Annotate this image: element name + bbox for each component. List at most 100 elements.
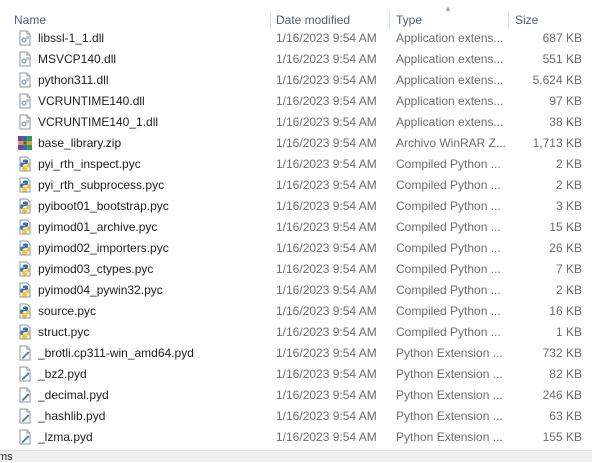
file-size: 7 KB <box>555 262 582 276</box>
file-row[interactable]: MSVCP140.dll 1/16/2023 9:54 AM Application… <box>0 49 592 70</box>
file-row[interactable]: struct.pyc 1/16/2023 9:54 AM Compiled Pyth… <box>0 322 592 343</box>
file-row[interactable]: pyimod03_ctypes.pyc 1/16/2023 9:54 AM Comp… <box>0 259 592 280</box>
file-name: _bz2.pyd <box>38 367 87 381</box>
file-date-modified: 1/16/2023 9:54 AM <box>276 304 377 318</box>
file-date-modified: 1/16/2023 9:54 AM <box>276 262 377 276</box>
file-row[interactable]: _hashlib.pyd 1/16/2023 9:54 AM Python Exte… <box>0 406 592 427</box>
column-header-date-modified[interactable]: Date modified <box>270 0 390 28</box>
python-compiled-icon <box>17 303 33 319</box>
file-row[interactable]: _decimal.pyd 1/16/2023 9:54 AM Python Exte… <box>0 385 592 406</box>
file-size: 82 KB <box>549 367 582 381</box>
file-date-modified: 1/16/2023 9:54 AM <box>276 199 377 213</box>
file-row[interactable]: _bz2.pyd 1/16/2023 9:54 AM Python Extensio… <box>0 364 592 385</box>
file-row[interactable]: pyiboot01_bootstrap.pyc 1/16/2023 9:54 AM… <box>0 196 592 217</box>
dll-file-icon <box>17 93 33 109</box>
file-row[interactable]: VCRUNTIME140_1.dll 1/16/2023 9:54 AM Appli… <box>0 112 592 133</box>
file-date-modified: 1/16/2023 9:54 AM <box>276 388 377 402</box>
dll-file-icon <box>17 30 33 46</box>
file-date-modified: 1/16/2023 9:54 AM <box>276 115 377 129</box>
file-date-modified: 1/16/2023 9:54 AM <box>276 220 377 234</box>
file-size: 155 KB <box>542 430 582 444</box>
file-type: Application extens... <box>396 94 504 108</box>
pyd-file-icon <box>17 429 33 445</box>
python-compiled-icon <box>17 324 33 340</box>
file-date-modified: 1/16/2023 9:54 AM <box>276 136 377 150</box>
python-compiled-icon <box>17 198 33 214</box>
file-type: Application extens... <box>396 115 504 129</box>
file-row[interactable]: VCRUNTIME140.dll 1/16/2023 9:54 AM Applica… <box>0 91 592 112</box>
file-date-modified: 1/16/2023 9:54 AM <box>276 430 377 444</box>
file-name: pyi_rth_subprocess.pyc <box>38 178 165 192</box>
file-type: Python Extension ... <box>396 409 503 423</box>
file-row[interactable]: base_library.zip 1/16/2023 9:54 AM Archivo… <box>0 133 592 154</box>
dll-file-icon <box>17 114 33 130</box>
file-name: base_library.zip <box>38 136 122 150</box>
file-row[interactable]: pyimod02_importers.pyc 1/16/2023 9:54 AM C… <box>0 238 592 259</box>
column-header-row: Name Date modified Type ▲ Size <box>0 0 592 28</box>
dll-file-icon <box>17 51 33 67</box>
file-name: _lzma.pyd <box>38 430 93 444</box>
file-type: Application extens... <box>396 73 504 87</box>
python-compiled-icon <box>17 240 33 256</box>
pyd-file-icon <box>17 345 33 361</box>
file-type: Application extens... <box>396 52 504 66</box>
file-type: Compiled Python ... <box>396 157 501 171</box>
file-name: struct.pyc <box>38 325 90 339</box>
python-compiled-icon <box>17 219 33 235</box>
file-name: VCRUNTIME140_1.dll <box>38 115 159 129</box>
file-row[interactable]: libssl-1_1.dll 1/16/2023 9:54 AM Applicati… <box>0 28 592 49</box>
file-name: VCRUNTIME140.dll <box>38 94 145 108</box>
file-type: Python Extension ... <box>396 430 503 444</box>
file-type: Python Extension ... <box>396 346 503 360</box>
file-name: _decimal.pyd <box>38 388 109 402</box>
dll-file-icon <box>17 72 33 88</box>
file-date-modified: 1/16/2023 9:54 AM <box>276 73 377 87</box>
file-date-modified: 1/16/2023 9:54 AM <box>276 409 377 423</box>
column-header-size[interactable]: Size <box>509 0 592 28</box>
pyd-file-icon <box>17 408 33 424</box>
pyd-file-icon <box>17 366 33 382</box>
file-size: 732 KB <box>542 346 582 360</box>
file-name: python311.dll <box>38 73 109 87</box>
file-row[interactable]: pyi_rth_subprocess.pyc 1/16/2023 9:54 AM C… <box>0 175 592 196</box>
file-row[interactable]: source.pyc 1/16/2023 9:54 AM Compiled Pyth… <box>0 301 592 322</box>
file-row[interactable]: _brotli.cp311-win_amd64.pyd 1/16/2023 9:5… <box>0 343 592 364</box>
python-compiled-icon <box>17 282 33 298</box>
file-size: 3 KB <box>555 199 582 213</box>
file-size: 5,624 KB <box>532 73 582 87</box>
winrar-archive-icon <box>17 135 33 151</box>
file-type: Python Extension ... <box>396 367 503 381</box>
file-type: Compiled Python ... <box>396 241 501 255</box>
file-type: Compiled Python ... <box>396 262 501 276</box>
file-date-modified: 1/16/2023 9:54 AM <box>276 94 377 108</box>
file-size: 687 KB <box>542 31 582 45</box>
file-date-modified: 1/16/2023 9:54 AM <box>276 31 377 45</box>
file-size: 97 KB <box>549 94 582 108</box>
file-date-modified: 1/16/2023 9:54 AM <box>276 346 377 360</box>
column-header-name[interactable]: Name <box>8 0 272 28</box>
file-row[interactable]: python311.dll 1/16/2023 9:54 AM Applicatio… <box>0 70 592 91</box>
file-type: Compiled Python ... <box>396 199 501 213</box>
file-date-modified: 1/16/2023 9:54 AM <box>276 241 377 255</box>
file-size: 16 KB <box>549 304 582 318</box>
file-size: 2 KB <box>555 178 582 192</box>
file-row[interactable]: pyi_rth_inspect.pyc 1/16/2023 9:54 AM Comp… <box>0 154 592 175</box>
file-name: MSVCP140.dll <box>38 52 117 66</box>
python-compiled-icon <box>17 261 33 277</box>
file-name: pyiboot01_bootstrap.pyc <box>38 199 169 213</box>
pyd-file-icon <box>17 387 33 403</box>
file-type: Python Extension ... <box>396 388 503 402</box>
file-size: 1 KB <box>555 325 582 339</box>
file-size: 38 KB <box>549 115 582 129</box>
file-row[interactable]: pyimod04_pywin32.pyc 1/16/2023 9:54 AM Com… <box>0 280 592 301</box>
file-size: 246 KB <box>542 388 582 402</box>
file-date-modified: 1/16/2023 9:54 AM <box>276 283 377 297</box>
file-size: 63 KB <box>549 409 582 423</box>
file-row[interactable]: pyimod01_archive.pyc 1/16/2023 9:54 AM Com… <box>0 217 592 238</box>
file-name: pyi_rth_inspect.pyc <box>38 157 141 171</box>
file-row[interactable]: _lzma.pyd 1/16/2023 9:54 AM Python Extensi… <box>0 427 592 448</box>
file-name: libssl-1_1.dll <box>38 31 105 45</box>
file-size: 15 KB <box>549 220 582 234</box>
file-type: Compiled Python ... <box>396 220 501 234</box>
file-type: Application extens... <box>396 31 504 45</box>
